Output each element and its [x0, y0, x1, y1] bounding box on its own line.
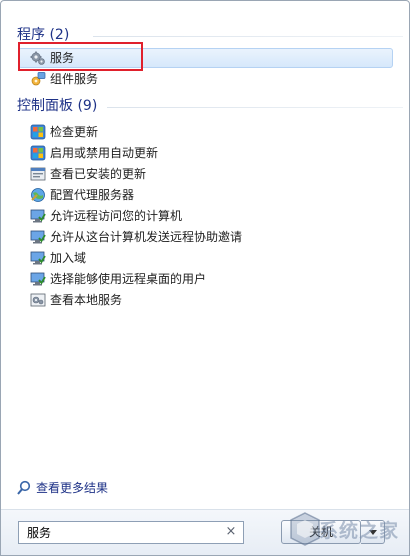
gear-icon [30, 50, 46, 66]
search-bar-area: 服务 × 关机 [1, 509, 409, 555]
result-item-label: 查看已安装的更新 [50, 167, 147, 181]
result-item-component-services[interactable]: 组件服务 [21, 69, 403, 89]
shutdown-options-button[interactable] [361, 520, 385, 544]
result-item-installed-updates[interactable]: 查看已安装的更新 [21, 164, 403, 184]
result-item-check-updates[interactable]: 检查更新 [21, 122, 403, 142]
component-services-icon [30, 71, 46, 87]
search-input-value: 服务 [27, 526, 52, 540]
group-divider [93, 36, 403, 37]
result-item-remote-desktop-users[interactable]: 选择能够使用远程桌面的用户 [21, 269, 403, 289]
control-panel-group-title: 控制面板 (9) [17, 98, 98, 114]
result-item-label: 查看本地服务 [50, 293, 123, 307]
system-icon [30, 229, 46, 245]
result-item-remote-access[interactable]: 允许远程访问您的计算机 [21, 206, 403, 226]
internet-options-icon [30, 187, 46, 203]
programs-group-header: 程序 (2) [17, 25, 403, 45]
result-item-label: 允许从这台计算机发送远程协助邀请 [50, 230, 243, 244]
system-icon [30, 271, 46, 287]
start-menu-search-results: 程序 (2) 服务 组件服务 控制面板 (9) 检查更新 启用或禁用自动更新 查… [0, 0, 410, 556]
search-icon [17, 480, 31, 496]
windows-update-icon [30, 145, 46, 161]
clear-search-icon[interactable]: × [224, 524, 238, 540]
result-item-join-domain[interactable]: 加入域 [21, 248, 403, 268]
group-divider [107, 107, 403, 108]
result-item-label: 允许远程访问您的计算机 [50, 209, 183, 223]
services-icon [30, 292, 46, 308]
programs-group-title: 程序 (2) [17, 27, 70, 43]
control-panel-group-header: 控制面板 (9) [17, 96, 403, 116]
result-item-label: 加入域 [50, 251, 87, 265]
shutdown-button[interactable]: 关机 [281, 520, 361, 544]
result-item-auto-updates[interactable]: 启用或禁用自动更新 [21, 143, 403, 163]
result-item-label: 选择能够使用远程桌面的用户 [50, 272, 207, 286]
result-item-proxy[interactable]: 配置代理服务器 [21, 185, 403, 205]
result-item-services[interactable]: 服务 [18, 48, 393, 68]
shutdown-button-label: 关机 [308, 525, 333, 539]
system-icon [30, 250, 46, 266]
search-input[interactable]: 服务 × [18, 521, 244, 544]
result-item-label: 启用或禁用自动更新 [50, 146, 159, 160]
result-item-local-services[interactable]: 查看本地服务 [21, 290, 403, 310]
result-item-label: 服务 [50, 51, 75, 65]
system-icon [30, 208, 46, 224]
see-more-results-label: 查看更多结果 [36, 481, 109, 495]
result-item-remote-assistance[interactable]: 允许从这台计算机发送远程协助邀请 [21, 227, 403, 247]
result-item-label: 组件服务 [50, 72, 99, 86]
installed-updates-icon [30, 166, 46, 182]
windows-update-icon [30, 124, 46, 140]
result-item-label: 检查更新 [50, 125, 99, 139]
result-item-label: 配置代理服务器 [50, 188, 135, 202]
